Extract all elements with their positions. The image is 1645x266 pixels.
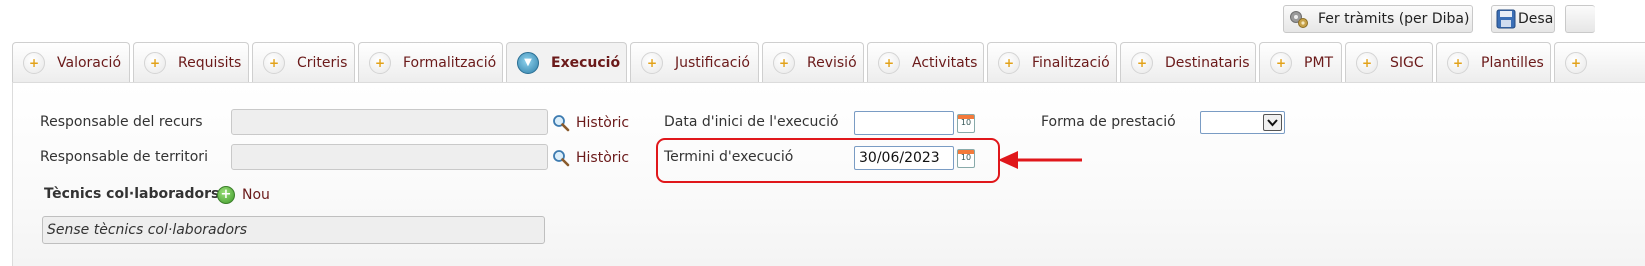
termini-input[interactable]: [854, 146, 954, 170]
plus-icon: +: [641, 51, 663, 74]
tab-revisio[interactable]: + Revisió: [762, 42, 864, 82]
tab-label: SIGC: [1390, 54, 1424, 71]
tab-label: Criteris: [297, 54, 348, 71]
forma-prestacio-label: Forma de prestació: [1041, 114, 1176, 130]
fer-tramits-button[interactable]: Fer tràmits (per Diba): [1283, 5, 1473, 33]
add-icon: +: [217, 186, 235, 204]
historic-label: Històric: [576, 150, 630, 166]
tab-label: Execució: [551, 55, 621, 71]
responsable-recurs-field[interactable]: [231, 109, 548, 135]
chevron-down-icon: ▼: [517, 52, 539, 74]
fer-tramits-label: Fer tràmits (per Diba): [1318, 11, 1470, 27]
tab-label: Finalització: [1032, 54, 1110, 71]
plus-icon: +: [998, 51, 1020, 74]
data-inici-label: Data d'inici de l'execució: [664, 114, 839, 130]
historic-territori-link[interactable]: Històric: [552, 149, 629, 167]
add-tecnic-label: Nou: [242, 187, 270, 203]
plus-icon: +: [1356, 51, 1378, 74]
termini-label: Termini d'execució: [664, 149, 794, 165]
toolbar-extra-button[interactable]: [1565, 5, 1595, 33]
responsable-recurs-label: Responsable del recurs: [40, 114, 203, 130]
magnifier-icon: [553, 115, 570, 132]
tab-pmt[interactable]: + PMT: [1259, 42, 1342, 82]
tab-label: Plantilles: [1481, 54, 1544, 71]
tab-criteris[interactable]: + Criteris: [252, 42, 355, 82]
gears-icon: [1290, 11, 1308, 28]
add-tecnic-button[interactable]: + Nou: [217, 186, 270, 204]
plus-icon: +: [1565, 51, 1587, 74]
calendar-icon[interactable]: 10: [957, 114, 975, 133]
historic-label: Històric: [576, 115, 630, 131]
tab-sigc[interactable]: + SIGC: [1345, 42, 1433, 82]
tecnics-empty-list: Sense tècnics col·laboradors: [42, 216, 545, 244]
tab-finalitzacio[interactable]: + Finalització: [987, 42, 1117, 82]
chevron-down-icon: [1263, 114, 1282, 131]
responsable-territori-field[interactable]: [231, 144, 548, 170]
tab-label: Requisits: [178, 54, 242, 71]
tab-more[interactable]: +: [1554, 42, 1645, 82]
data-inici-input[interactable]: [854, 111, 954, 135]
tab-label: Justificació: [675, 54, 750, 71]
tab-label: Valoració: [57, 54, 122, 71]
forma-prestacio-select[interactable]: [1200, 111, 1285, 134]
plus-icon: +: [144, 51, 166, 74]
tab-label: PMT: [1304, 54, 1334, 71]
red-arrow-icon: [998, 151, 1082, 169]
plus-icon: +: [1131, 51, 1153, 74]
calendar-icon[interactable]: 10: [957, 149, 975, 168]
plus-icon: +: [1270, 51, 1292, 74]
tab-justificacio[interactable]: + Justificació: [630, 42, 759, 82]
save-button[interactable]: Desa: [1491, 5, 1555, 33]
historic-recurs-link[interactable]: Històric: [552, 114, 629, 132]
plus-icon: +: [878, 51, 900, 74]
tab-label: Revisió: [807, 54, 857, 71]
tab-requisits[interactable]: + Requisits: [133, 42, 249, 82]
tab-activitats[interactable]: + Activitats: [867, 42, 984, 82]
tecnics-title: Tècnics col·laboradors: [44, 186, 220, 202]
floppy-disk-icon: [1496, 9, 1516, 29]
tab-label: Formalització: [403, 54, 497, 71]
tab-plantilles[interactable]: + Plantilles: [1436, 42, 1551, 82]
toolbar: Fer tràmits (per Diba) Desa: [0, 0, 1645, 42]
plus-icon: +: [369, 51, 391, 74]
plus-icon: +: [773, 51, 795, 74]
tab-formalitzacio[interactable]: + Formalització: [358, 42, 503, 82]
plus-icon: +: [263, 51, 285, 74]
responsable-territori-label: Responsable de territori: [40, 149, 208, 165]
save-label: Desa: [1518, 11, 1554, 27]
plus-icon: +: [1447, 51, 1469, 74]
tab-bar: + Valoració + Requisits + Criteris + For…: [12, 42, 1645, 83]
tab-label: Activitats: [912, 54, 978, 71]
tab-label: Destinataris: [1165, 54, 1250, 71]
magnifier-icon: [553, 150, 570, 167]
plus-icon: +: [23, 51, 45, 74]
tab-valoracio[interactable]: + Valoració: [12, 42, 130, 82]
tab-execucio[interactable]: ▼ Execució: [506, 42, 627, 83]
tab-destinataris[interactable]: + Destinataris: [1120, 42, 1256, 82]
